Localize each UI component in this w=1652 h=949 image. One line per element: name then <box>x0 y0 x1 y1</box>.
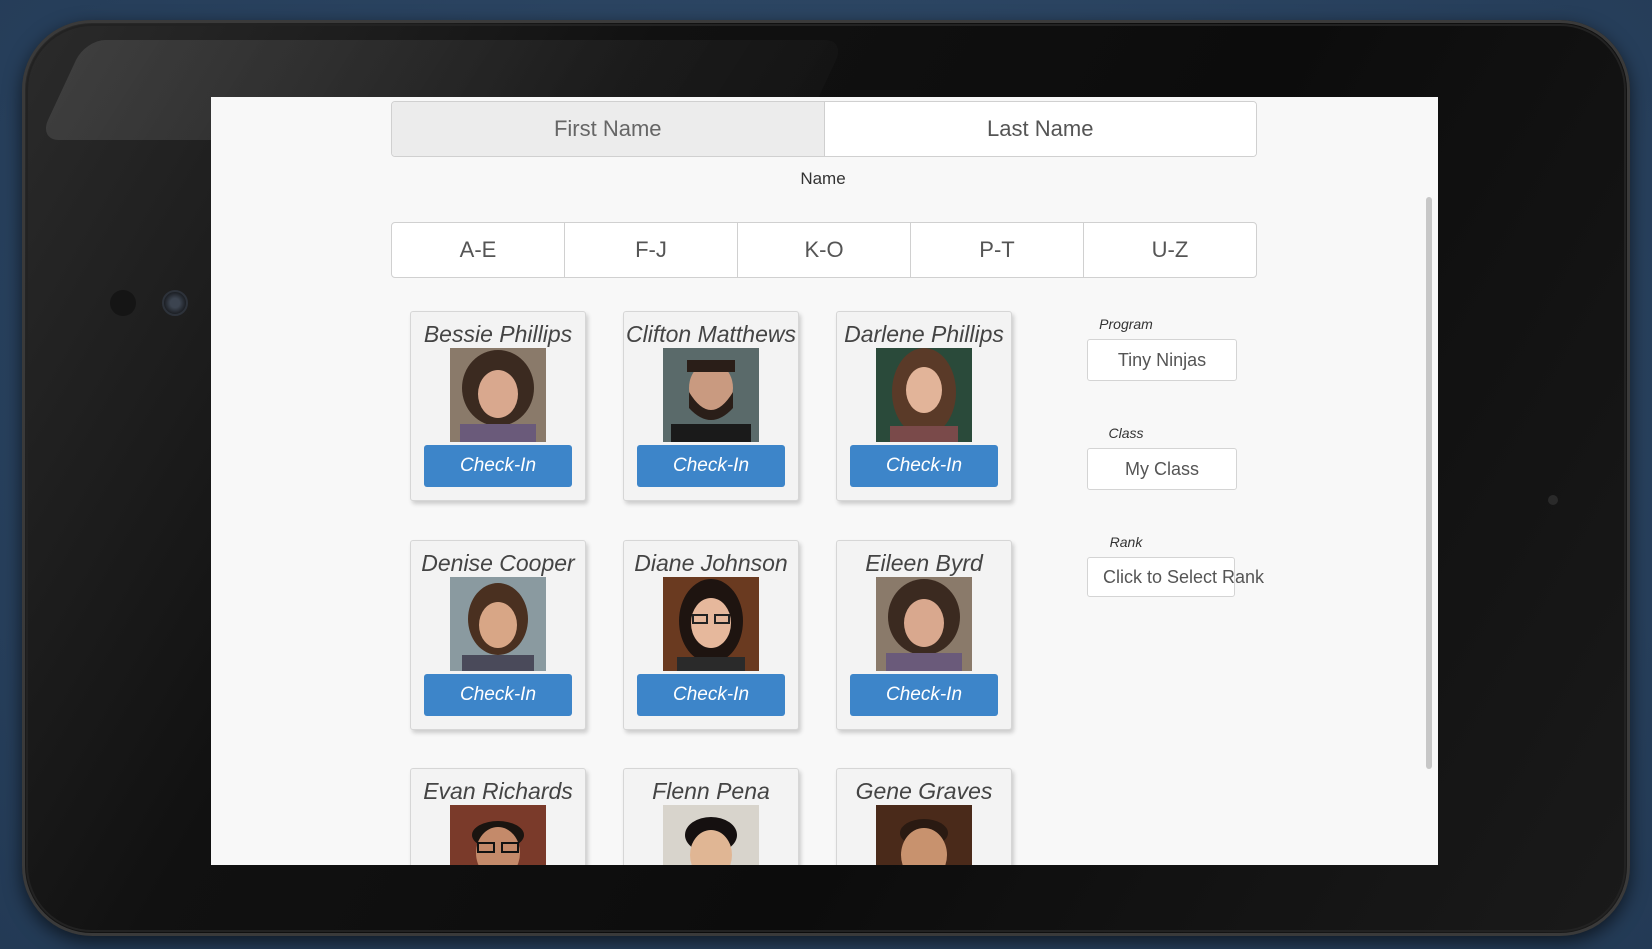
student-card: Clifton Matthews Check-In <box>623 311 799 501</box>
alpha-range-k-o[interactable]: K-O <box>738 223 911 277</box>
alpha-range-p-t[interactable]: P-T <box>911 223 1084 277</box>
check-in-button[interactable]: Check-In <box>850 674 998 716</box>
name-sort-toggle: First Name Last Name <box>391 101 1257 157</box>
woman-brown-hair-photo <box>450 577 546 671</box>
rank-select[interactable]: Click to Select Rank <box>1087 557 1264 597</box>
program-label: Program <box>1099 316 1153 332</box>
student-name: Bessie Phillips <box>423 321 573 347</box>
man-beard-photo <box>663 348 759 442</box>
student-name: Flenn Pena <box>652 778 770 804</box>
student-card: Bessie Phillips Check-In <box>410 311 586 501</box>
man-smiling-photo <box>876 805 972 865</box>
rank-label: Rank <box>1109 534 1143 550</box>
student-card: Darlene Phillips Check-In <box>836 311 1012 501</box>
program-select[interactable]: Tiny Ninjas <box>1087 339 1237 381</box>
class-label: Class <box>1108 425 1144 441</box>
student-card: Denise Cooper Check-In <box>410 540 586 730</box>
woman-curly-hair-photo <box>876 577 972 671</box>
woman-long-hair-photo <box>876 348 972 442</box>
light-sensor <box>1548 495 1558 505</box>
class-select[interactable]: My Class <box>1087 448 1237 490</box>
woman-glasses-photo <box>663 577 759 671</box>
student-card: Diane Johnson Check-In <box>623 540 799 730</box>
check-in-button[interactable]: Check-In <box>637 674 785 716</box>
student-name: Darlene Phillips <box>844 321 1004 347</box>
first-name-option[interactable]: First Name <box>392 102 825 156</box>
last-name-option[interactable]: Last Name <box>824 102 1256 156</box>
man-glasses-photo <box>450 805 546 865</box>
woman-curly-hair-photo <box>450 348 546 442</box>
proximity-sensor <box>110 290 136 316</box>
alpha-range-u-z[interactable]: U-Z <box>1084 223 1256 277</box>
check-in-button[interactable]: Check-In <box>637 445 785 487</box>
vertical-scrollbar[interactable] <box>1426 197 1432 769</box>
student-name: Clifton Matthews <box>625 321 796 347</box>
check-in-button[interactable]: Check-In <box>850 445 998 487</box>
student-name: Diane Johnson <box>634 550 788 576</box>
sort-label: Name <box>800 169 846 188</box>
check-in-button[interactable]: Check-In <box>424 445 572 487</box>
student-card: Eileen Byrd Check-In <box>836 540 1012 730</box>
student-name: Evan Richards <box>423 778 573 804</box>
alpha-range-a-e[interactable]: A-E <box>392 223 565 277</box>
camera-icon <box>162 290 188 316</box>
alpha-range-f-j[interactable]: F-J <box>565 223 738 277</box>
student-card: Flenn Pena <box>623 768 799 865</box>
student-card: Evan Richards <box>410 768 586 865</box>
man-short-hair-photo <box>663 805 759 865</box>
student-card: Gene Graves <box>836 768 1012 865</box>
student-name: Gene Graves <box>855 778 993 804</box>
student-name: Denise Cooper <box>421 550 575 576</box>
check-in-button[interactable]: Check-In <box>424 674 572 716</box>
app-screen: First Name Last Name Name A-E F-J K-O P-… <box>211 97 1438 865</box>
alphabet-filter: A-E F-J K-O P-T U-Z <box>391 222 1257 278</box>
student-name: Eileen Byrd <box>865 550 983 576</box>
